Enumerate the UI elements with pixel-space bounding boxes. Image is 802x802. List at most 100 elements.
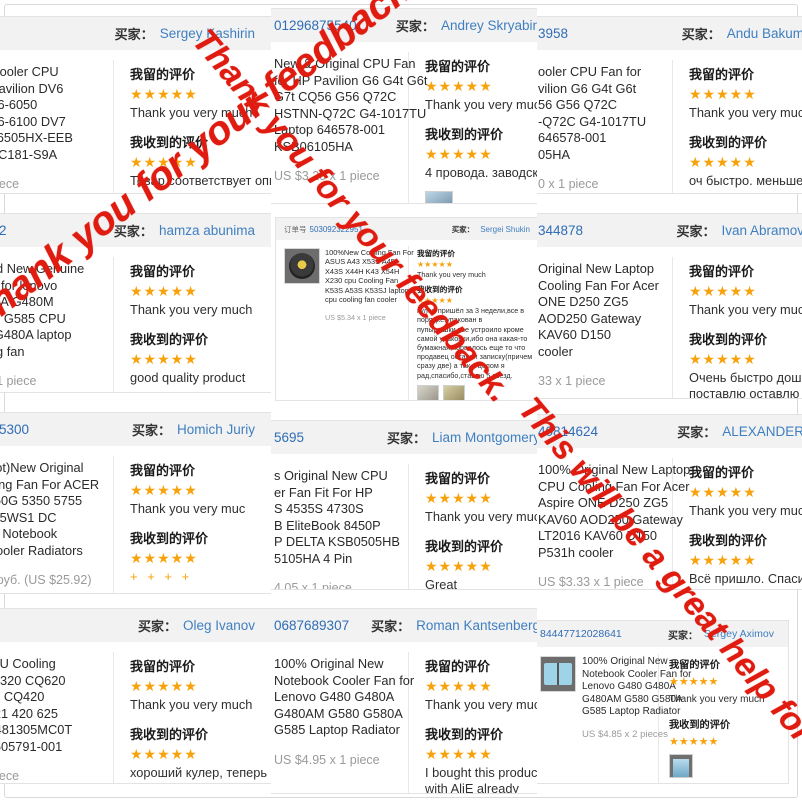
feedback-card[interactable]: 40814624 买家： ALEXANDER 100% Original New…: [537, 414, 802, 590]
review-photos: [417, 384, 536, 400]
product-column: 100%New Cooling Fan For ASUS A43 X53S A4…: [276, 246, 414, 400]
card-body: pcs/lot)New Original Cooling Fan For ACE…: [0, 446, 271, 593]
received-review-title: 我收到的评价: [417, 285, 463, 295]
feedback-card[interactable]: 56482 买家： hamza abunima Brand New Genuin…: [0, 213, 271, 393]
buyer-block: 买家： Sergey Kashirin: [115, 24, 259, 43]
received-review-title: 我收到的评价: [130, 726, 209, 742]
card-body: New & Original CPU Fan for HP Pavilion G…: [271, 42, 537, 203]
product-title[interactable]: 100% Original New Laptop CPU Cooling Fan…: [538, 462, 690, 561]
received-review-text: Товар соответствует описа: [130, 172, 271, 188]
buyer-block: 买家： hamza abunima: [114, 221, 259, 240]
product-title[interactable]: top Cooler CPU HP Pavilion DV6 0 DV6-605…: [0, 64, 73, 163]
left-review-title: 我留的评价: [669, 660, 720, 671]
left-review-stars: ★★★★★: [425, 490, 493, 506]
review-photo-thumb[interactable]: [669, 754, 693, 778]
product-price: x 1 piece: [0, 769, 20, 783]
buyer-name[interactable]: Ivan Abramov: [721, 223, 802, 238]
product-price: 68 x 1 piece: [0, 374, 37, 388]
review-photo-thumb[interactable]: [417, 384, 439, 400]
product-price: US $3.20 x 1 piece: [274, 169, 380, 183]
received-review-text: good quality product: [130, 369, 246, 385]
product-column: Original New Laptop Cooling Fan For Acer…: [537, 257, 673, 398]
card-body: 100% Original New Notebook Cooler Fan fo…: [537, 647, 788, 783]
left-review-stars: ★★★★★: [689, 283, 757, 299]
left-review-text: Thank you very much: [130, 105, 253, 120]
left-review-text: Thank you very much: [425, 97, 537, 112]
feedback-card[interactable]: 订单号 503092322951 买家： Sergei Shukin 100%N…: [275, 217, 537, 401]
product-title[interactable]: 100%New Cooling Fan For ASUS A43 X53S A4…: [325, 248, 414, 304]
buyer-label: 买家：: [451, 224, 475, 234]
feedback-card[interactable]: 3958 买家： Andu Bakum ooler CPU Fan for vi…: [537, 16, 802, 194]
product-title[interactable]: 100% Original New Notebook Cooler Fan fo…: [274, 656, 414, 739]
buyer-name[interactable]: Homich Juriy: [177, 422, 255, 437]
received-review-stars: ★★★★★: [425, 745, 493, 762]
review-column: 我留的评价 ★★★★★ Thank you very much 我收到的评价 ★…: [673, 257, 802, 398]
product-title[interactable]: Brand New Genuine g fan for lenovo G480A…: [0, 261, 84, 360]
buyer-name[interactable]: Andrey Skryabin: [441, 18, 537, 33]
buyer-name[interactable]: Sergey Aximov: [704, 628, 774, 640]
buyer-name[interactable]: hamza abunima: [159, 223, 255, 238]
card-header: 40814624 买家： ALEXANDER: [537, 415, 802, 448]
feedback-card[interactable]: 84447712028641 买家： Sergey Aximov 100% Or…: [537, 620, 789, 784]
buyer-block: 买家： Oleg Ivanov: [138, 616, 259, 635]
card-header: 8171 买家： Sergey Kashirin: [0, 17, 271, 50]
grid-cell: 01296875540 买家： Andrey Skryabin New & Or…: [271, 0, 537, 205]
order-id-label: 订单号: [284, 224, 307, 234]
product-column: New & Original CPU Fan for HP Pavilion G…: [271, 52, 427, 203]
feedback-collage: 8171 买家： Sergey Kashirin top Cooler CPU …: [0, 0, 802, 802]
product-title[interactable]: Original New Laptop Cooling Fan For Acer…: [538, 261, 659, 360]
product-thumbnail[interactable]: [284, 248, 320, 284]
buyer-name[interactable]: Roman Kantsenberg: [416, 618, 537, 633]
grid-cell: 40814624 买家： ALEXANDER 100% Original New…: [537, 410, 802, 606]
left-review-stars: ★★★★★: [425, 78, 493, 94]
order-id: 01296875540: [274, 18, 357, 33]
left-review-text: Thank you very muc: [130, 501, 246, 516]
feedback-card[interactable]: 01296875540 买家： Andrey Skryabin New & Or…: [271, 8, 537, 204]
buyer-block: 买家： Andu Bakum: [682, 24, 802, 43]
buyer-name[interactable]: Oleg Ivanov: [183, 618, 255, 633]
buyer-name[interactable]: Liam Montgomery: [432, 430, 537, 445]
feedback-card[interactable]: 5695 买家： Liam Montgomery s Original New …: [271, 420, 537, 590]
feedback-card[interactable]: 919 买家： Oleg Ivanov w CPU Cooling P CQ32…: [0, 608, 271, 784]
order-id: 503092322951: [309, 224, 363, 234]
buyer-label: 买家：: [677, 425, 717, 440]
received-review-text: Всё пришло. Спаси: [689, 570, 802, 586]
review-photo-thumb[interactable]: [443, 384, 465, 400]
left-review-title: 我留的评价: [417, 249, 455, 258]
grid-cell: 919 买家： Oleg Ivanov w CPU Cooling P CQ32…: [0, 606, 271, 802]
left-review-text: Thank you very much: [689, 302, 802, 317]
buyer-name[interactable]: Sergey Kashirin: [160, 26, 255, 41]
buyer-label: 买家：: [676, 224, 716, 239]
review-column: 我留的评价 ★★★★★ Thank you very much 我收到的评价 ★…: [114, 257, 271, 392]
card-body: 100% Original New Laptop CPU Cooling Fan…: [537, 448, 802, 589]
feedback-card[interactable]: 344878 买家： Ivan Abramov Original New Lap…: [537, 213, 802, 399]
product-title[interactable]: pcs/lot)New Original Cooling Fan For ACE…: [0, 460, 99, 559]
feedback-card[interactable]: 0687689307 买家： Roman Kantsenberg 100% Or…: [271, 608, 537, 794]
card-header: 0687689307 买家： Roman Kantsenberg: [271, 609, 537, 642]
review-column: 我留的评价 ★★★★★ Thank you very much 我收到的评价 ★…: [673, 60, 802, 193]
review-column: 我留的评价 ★★★★★ Thank you very much 我收到的评价 ★…: [659, 654, 788, 783]
product-title[interactable]: New & Original CPU Fan for HP Pavilion G…: [274, 56, 427, 155]
feedback-card[interactable]: 8171 买家： Sergey Kashirin top Cooler CPU …: [0, 16, 271, 194]
left-review-title: 我留的评价: [689, 465, 755, 480]
buyer-name[interactable]: ALEXANDER: [722, 424, 802, 439]
left-review-stars: ★★★★★: [130, 482, 198, 498]
left-review-title: 我留的评价: [425, 659, 491, 674]
buyer-name[interactable]: Sergei Shukin: [480, 225, 530, 234]
grid-cell: 3958 买家： Andu Bakum ooler CPU Fan for vi…: [537, 0, 802, 205]
product-thumbnail[interactable]: [540, 656, 576, 692]
received-review-title: 我收到的评价: [669, 720, 731, 731]
review-photo-thumb[interactable]: [425, 191, 453, 203]
received-review-stars: ★★★★★: [130, 549, 198, 566]
left-review-text: Thank you very much: [130, 302, 253, 317]
received-review-text: 4 провода. заводское качес: [425, 164, 537, 180]
buyer-name[interactable]: Andu Bakum: [727, 26, 802, 41]
product-price: 4.05 x 1 piece: [274, 581, 352, 590]
left-review-title: 我留的评价: [130, 264, 196, 279]
order-id: 344878: [538, 223, 584, 238]
product-title[interactable]: s Original New CPU er Fan Fit For HP S 4…: [274, 468, 400, 567]
feedback-card[interactable]: 49225300 买家： Homich Juriy pcs/lot)New Or…: [0, 412, 271, 594]
left-review-title: 我留的评价: [425, 471, 491, 486]
product-title[interactable]: ooler CPU Fan for vilion G6 G4t G6t 56 G…: [538, 64, 646, 163]
product-title[interactable]: w CPU Cooling P CQ320 CQ620 Q510 CQ420 2…: [0, 656, 72, 755]
